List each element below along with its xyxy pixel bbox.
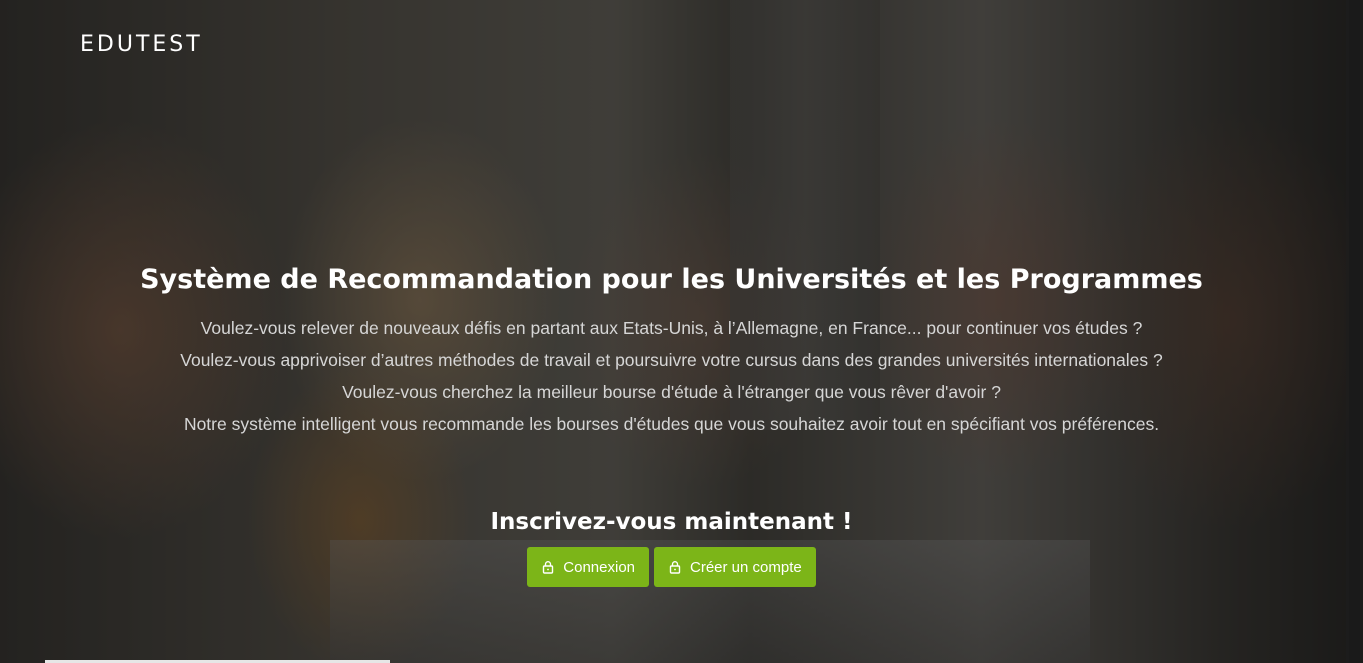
create-account-button-label: Créer un compte [690,558,802,576]
cta-buttons: Connexion Créer un compte [0,547,1343,587]
login-button-label: Connexion [563,558,635,576]
create-account-button[interactable]: Créer un compte [654,547,816,587]
landing-page: EDUTEST Système de Recommandation pour l… [0,0,1363,663]
hero-title: Système de Recommandation pour les Unive… [140,264,1203,295]
hero-line: Voulez-vous cherchez la meilleur bourse … [342,382,1001,402]
lock-icon [543,561,554,574]
vertical-scrollbar[interactable] [1346,0,1363,663]
lock-icon [669,561,681,574]
hero-line: Voulez-vous relever de nouveaux défis en… [200,318,1143,338]
hero-description: Voulez-vous relever de nouveaux défis en… [0,312,1343,440]
brand-logo[interactable]: EDUTEST [80,32,203,57]
login-button[interactable]: Connexion [527,547,649,587]
hero-section: Système de Recommandation pour les Unive… [0,258,1343,440]
cta-title: Inscrivez-vous maintenant ! [490,509,853,535]
signup-cta-section: Inscrivez-vous maintenant ! Connexion Cr… [0,505,1343,587]
hero-line: Notre système intelligent vous recommand… [183,414,1160,434]
hero-line: Voulez-vous apprivoiser d’autres méthode… [180,350,1163,370]
scrollbar-thumb[interactable] [1349,0,1360,663]
